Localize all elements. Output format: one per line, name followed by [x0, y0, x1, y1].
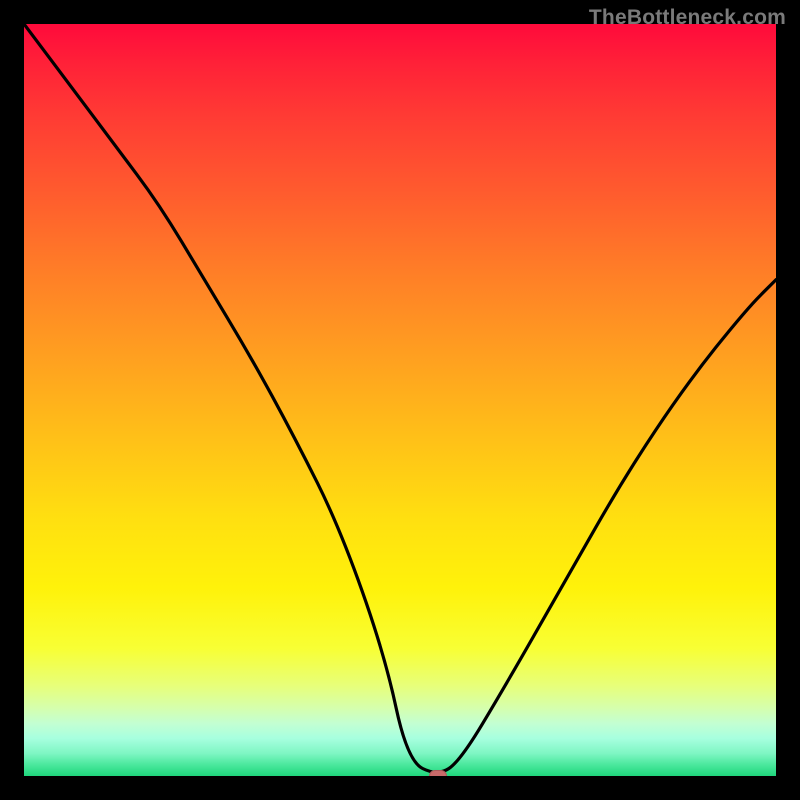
bottleneck-marker — [429, 770, 447, 776]
chart-stage: TheBottleneck.com — [0, 0, 800, 800]
bottleneck-curve — [24, 24, 776, 776]
watermark-text: TheBottleneck.com — [589, 6, 786, 30]
plot-area — [24, 24, 776, 776]
